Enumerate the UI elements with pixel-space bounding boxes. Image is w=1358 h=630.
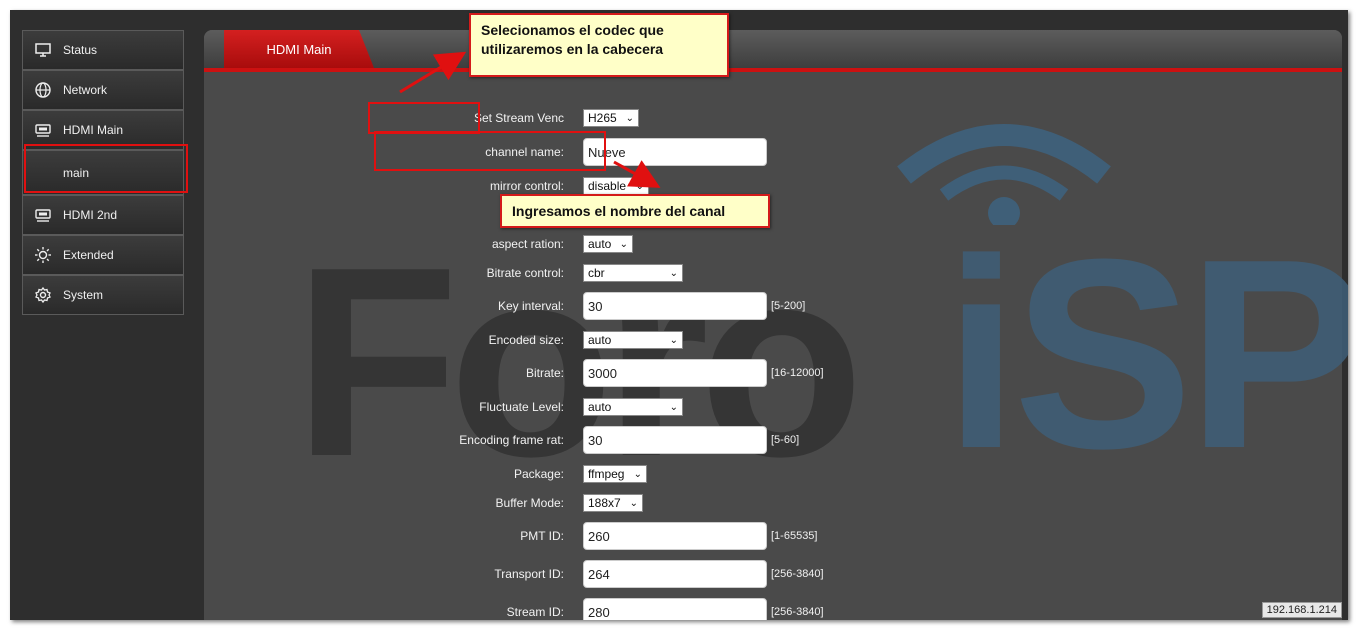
key-interval-range: [5-200] xyxy=(771,300,806,312)
mirror-select[interactable]: disable ⌄ xyxy=(583,177,649,195)
encoded-size-label: Encoded size: xyxy=(488,333,564,347)
bitrate-control-value: cbr xyxy=(588,266,605,280)
chevron-down-icon: ⌄ xyxy=(629,497,638,509)
encoded-size-value: auto xyxy=(588,333,612,347)
hdmi-icon xyxy=(33,120,53,140)
frame-rate-label: Encoding frame rat: xyxy=(459,433,564,447)
gear-icon xyxy=(33,285,53,305)
transport-id-label: Transport ID: xyxy=(494,567,564,581)
row-key-interval: Key interval: 30 [5-200] xyxy=(204,292,904,320)
ip-address-badge: 192.168.1.214 xyxy=(1261,602,1342,618)
chevron-down-icon: ⌄ xyxy=(633,468,642,480)
sidebar-item-system[interactable]: System xyxy=(22,275,184,315)
mirror-value: disable xyxy=(588,179,627,193)
chevron-down-icon: ⌄ xyxy=(619,238,628,250)
row-aspect: aspect ration: auto ⌄ xyxy=(204,232,904,256)
chevron-down-icon: ⌄ xyxy=(669,334,678,346)
sidebar-item-network[interactable]: Network xyxy=(22,70,184,110)
stream-id-label: Stream ID: xyxy=(506,605,564,619)
key-interval-label: Key interval: xyxy=(497,299,564,313)
sidebar-item-label: System xyxy=(63,288,104,302)
main-panel: HDMI Main Foro iSP Set Stream Venc H265 ⌄… xyxy=(204,30,1348,620)
sidebar-item-label: Network xyxy=(63,83,108,97)
row-buffer-mode: Buffer Mode: 188x7 ⌄ xyxy=(204,491,904,515)
chevron-down-icon: ⌄ xyxy=(635,180,644,192)
sidebar-item-label: HDMI Main xyxy=(63,123,124,137)
bitrate-input[interactable]: 3000 xyxy=(583,359,767,387)
row-pmt-id: PMT ID: 260 [1-65535] xyxy=(204,522,904,550)
tab-hdmi-main[interactable]: HDMI Main xyxy=(224,30,374,68)
buffer-mode-value: 188x7 xyxy=(588,496,621,510)
stream-id-range: [256-3840] xyxy=(771,606,824,618)
row-stream-id: Stream ID: 280 [256-3840] xyxy=(204,598,904,620)
bitrate-control-select[interactable]: cbr ⌄ xyxy=(583,264,683,282)
highlight-channel-name xyxy=(374,131,606,171)
app-window: Status Network HDMI Main main HDMI 2nd E… xyxy=(10,10,1348,620)
watermark-isp: iSP xyxy=(944,204,1348,505)
pmt-id-range: [1-65535] xyxy=(771,530,818,542)
aspect-label: aspect ration: xyxy=(491,237,564,251)
fluctuate-select[interactable]: auto ⌄ xyxy=(583,398,683,416)
panel-header: HDMI Main xyxy=(204,30,1342,72)
pmt-id-label: PMT ID: xyxy=(520,529,564,543)
sidebar-item-label: Status xyxy=(63,43,98,57)
fluctuate-label: Fluctuate Level: xyxy=(479,400,564,414)
callout-codec: Selecionamos el codec que utilizaremos e… xyxy=(469,13,729,77)
pmt-id-input[interactable]: 260 xyxy=(583,522,767,550)
package-label: Package: xyxy=(513,467,564,481)
wifi-waves-icon xyxy=(897,124,1111,225)
sidebar-item-hdmi-2nd[interactable]: HDMI 2nd xyxy=(22,195,184,235)
sidebar-item-extended[interactable]: Extended xyxy=(22,235,184,275)
encoded-size-select[interactable]: auto ⌄ xyxy=(583,331,683,349)
bitrate-label: Bitrate: xyxy=(525,366,564,380)
stream-venc-value: H265 xyxy=(588,111,617,125)
hdmi-icon xyxy=(33,205,53,225)
highlight-main xyxy=(24,144,188,193)
aspect-select[interactable]: auto ⌄ xyxy=(583,235,633,253)
row-package: Package: ffmpeg ⌄ xyxy=(204,462,904,486)
globe-icon xyxy=(33,80,53,100)
mirror-label: mirror control: xyxy=(489,179,564,193)
transport-id-range: [256-3840] xyxy=(771,568,824,580)
row-fluctuate: Fluctuate Level: auto ⌄ xyxy=(204,395,904,419)
row-bitrate: Bitrate: 3000 [16-12000] xyxy=(204,359,904,387)
highlight-codec xyxy=(368,102,480,134)
channel-name-input[interactable]: Nueve xyxy=(583,138,767,166)
stream-id-input[interactable]: 280 xyxy=(583,598,767,620)
stream-venc-select[interactable]: H265 ⌄ xyxy=(583,109,639,127)
bitrate-control-label: Bitrate control: xyxy=(486,266,564,280)
gear-sun-icon xyxy=(33,245,53,265)
buffer-mode-label: Buffer Mode: xyxy=(495,496,564,510)
frame-rate-range: [5-60] xyxy=(771,434,800,446)
bitrate-range: [16-12000] xyxy=(771,367,824,379)
frame-rate-input[interactable]: 30 xyxy=(583,426,767,454)
package-value: ffmpeg xyxy=(588,467,625,481)
monitor-icon xyxy=(33,40,53,60)
buffer-mode-select[interactable]: 188x7 ⌄ xyxy=(583,494,643,512)
transport-id-input[interactable]: 264 xyxy=(583,560,767,588)
row-frame-rate: Encoding frame rat: 30 [5-60] xyxy=(204,426,904,454)
chevron-down-icon: ⌄ xyxy=(669,267,678,279)
fluctuate-value: auto xyxy=(588,400,612,414)
row-transport-id: Transport ID: 264 [256-3840] xyxy=(204,560,904,588)
sidebar-item-status[interactable]: Status xyxy=(22,30,184,70)
chevron-down-icon: ⌄ xyxy=(625,112,634,124)
key-interval-input[interactable]: 30 xyxy=(583,292,767,320)
sidebar-item-label: HDMI 2nd xyxy=(63,208,118,222)
chevron-down-icon: ⌄ xyxy=(669,401,678,413)
row-stream-venc: Set Stream Venc H265 ⌄ xyxy=(204,106,904,130)
callout-channel-name: Ingresamos el nombre del canal xyxy=(500,194,770,228)
sidebar-item-label: Extended xyxy=(63,248,114,262)
package-select[interactable]: ffmpeg ⌄ xyxy=(583,465,647,483)
aspect-value: auto xyxy=(588,237,612,251)
row-encoded-size: Encoded size: auto ⌄ xyxy=(204,328,904,352)
row-bitrate-control: Bitrate control: cbr ⌄ xyxy=(204,261,904,285)
